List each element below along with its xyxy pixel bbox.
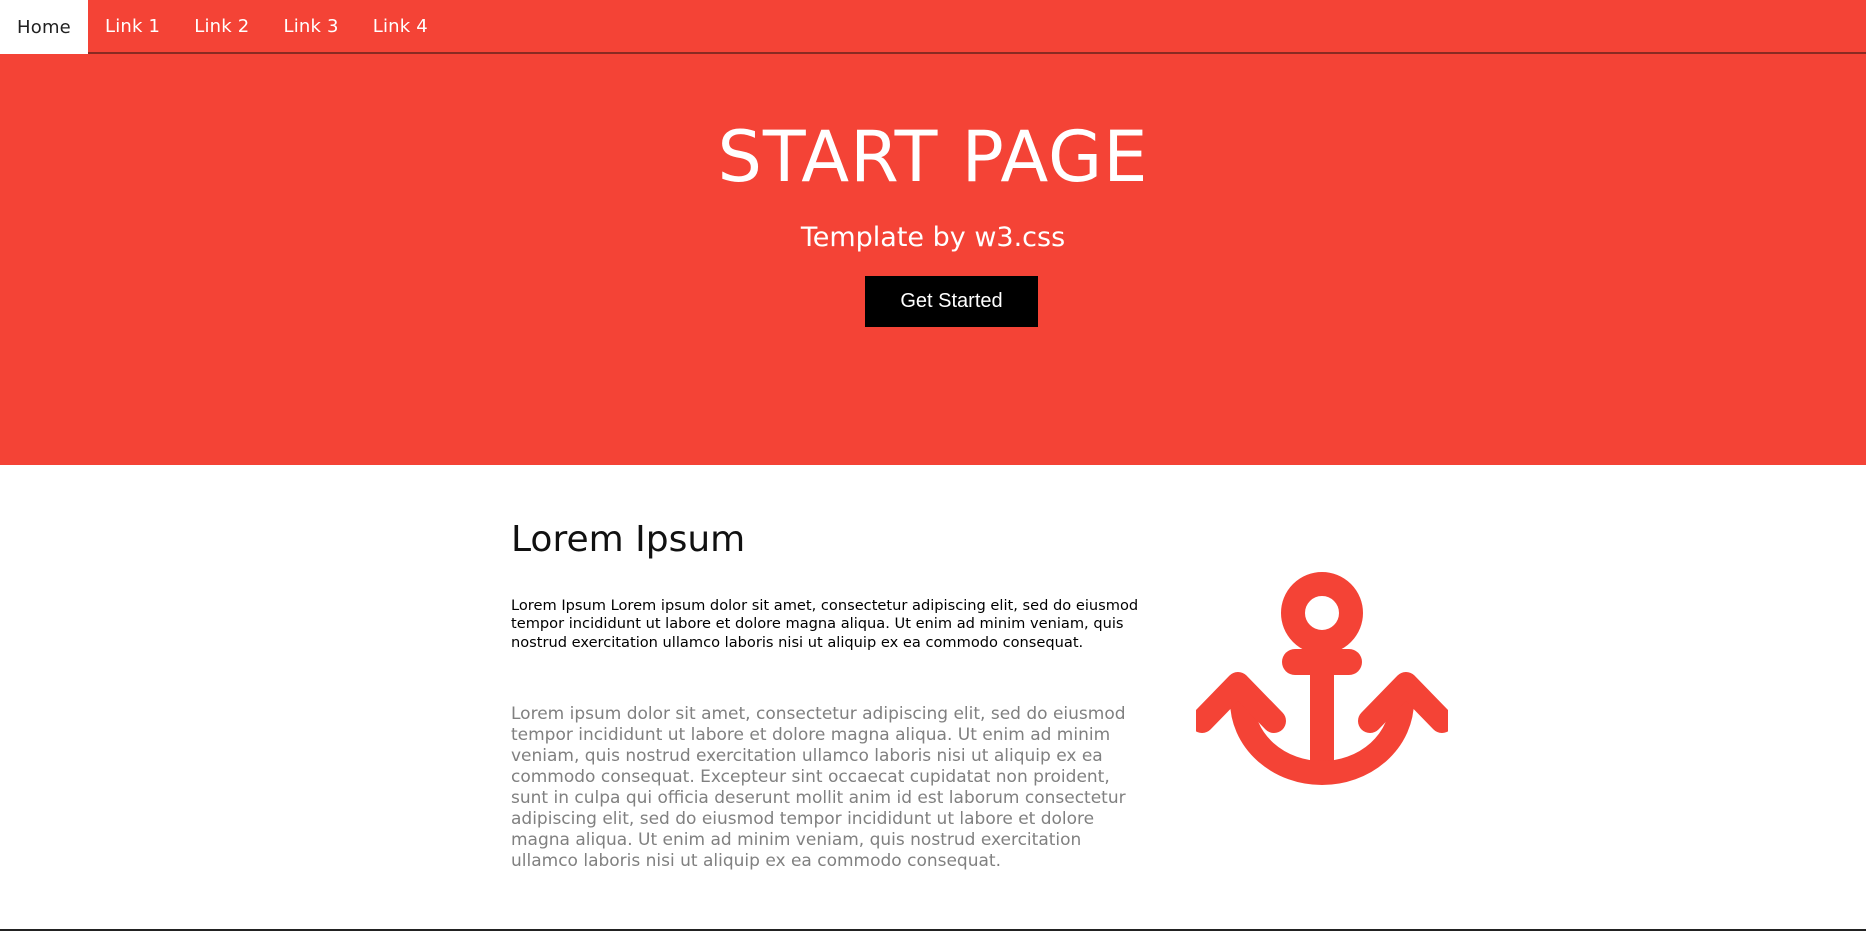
anchor-icon [1190, 571, 1454, 795]
nav-link-3[interactable]: Link 3 [266, 0, 355, 52]
hero-title: START PAGE [717, 116, 1149, 198]
top-navigation-bar: Home Link 1 Link 2 Link 3 Link 4 [0, 0, 1866, 54]
section-title: Lorem Ipsum [511, 519, 746, 560]
get-started-button[interactable]: Get Started [865, 276, 1038, 327]
hero-section: START PAGE Template by w3.css Get Starte… [0, 54, 1866, 465]
body-paragraph: Lorem ipsum dolor sit amet, consectetur … [511, 704, 1126, 871]
hero-subtitle: Template by w3.css [800, 222, 1066, 253]
nav-link-4[interactable]: Link 4 [356, 0, 445, 52]
lead-paragraph: Lorem Ipsum Lorem ipsum dolor sit amet, … [511, 597, 1139, 651]
nav-link-1[interactable]: Link 1 [88, 0, 177, 52]
nav-link-home[interactable]: Home [0, 0, 88, 54]
nav-link-2[interactable]: Link 2 [177, 0, 266, 52]
